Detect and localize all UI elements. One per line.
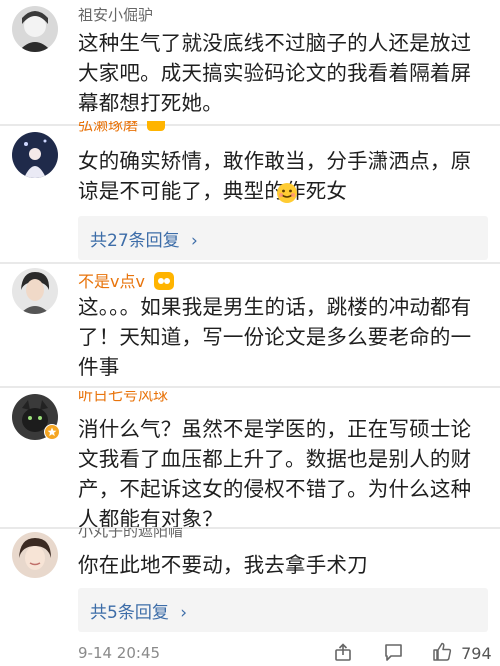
comment-author[interactable]: 祖安小倔驴: [78, 4, 153, 25]
like-button[interactable]: 794: [432, 642, 492, 665]
avatar[interactable]: [12, 532, 58, 578]
thumbs-up-icon: [432, 642, 452, 665]
comment-author[interactable]: 听日七号风球: [78, 391, 168, 405]
comment-text: 这。。。如果我是男生的话，跳楼的冲动都有了！天知道，写一份论文是多么要老命的一件…: [78, 295, 472, 379]
share-icon[interactable]: [334, 643, 352, 665]
author-name: 听日七号风球: [78, 391, 169, 404]
vip-badge-icon: [146, 121, 165, 135]
avatar[interactable]: [12, 132, 58, 178]
replies-count: 共5条回复 ›: [90, 603, 188, 623]
divider: [0, 124, 500, 126]
emoji-icon: [276, 182, 298, 208]
comment-text: 消什么气？虽然不是学医的，正在写硕士论文我看了血压都上升了。数据也是别人的财产，…: [78, 417, 472, 531]
comment-text: 你在此地不要动，我去拿手术刀: [78, 553, 368, 577]
comment-icon[interactable]: [384, 643, 403, 665]
divider: [0, 262, 500, 264]
divider: [0, 386, 500, 388]
chevron-right-icon: ›: [180, 603, 188, 623]
comment-text: 这种生气了就没底线不过脑子的人还是放过大家吧。成天搞实验码论文的我看着隔着屏幕都…: [78, 31, 472, 115]
replies-count: 共27条回复 ›: [90, 231, 198, 251]
divider: [0, 527, 500, 529]
author-name: 不是v点v: [78, 272, 145, 291]
author-name: 弘濑琢磨: [78, 121, 139, 134]
verified-badge-icon: [44, 424, 60, 444]
avatar[interactable]: [12, 268, 58, 314]
replies-link[interactable]: 共27条回复 ›: [78, 216, 488, 260]
author-name: 小丸子的遮阳帽: [78, 528, 184, 540]
like-count: 794: [461, 644, 492, 663]
avatar[interactable]: [12, 6, 58, 52]
comment-author[interactable]: 不是v点v: [78, 268, 175, 294]
vip-badge-icon: [154, 271, 175, 294]
comment-author[interactable]: 小丸子的遮阳帽: [78, 528, 183, 541]
comment-footer: 9-14 20:45 794: [0, 640, 500, 666]
chevron-right-icon: ›: [191, 231, 198, 251]
timestamp: 9-14 20:45: [78, 644, 161, 662]
comment-author[interactable]: 弘濑琢磨: [78, 121, 165, 135]
replies-link[interactable]: 共5条回复 ›: [78, 588, 488, 632]
